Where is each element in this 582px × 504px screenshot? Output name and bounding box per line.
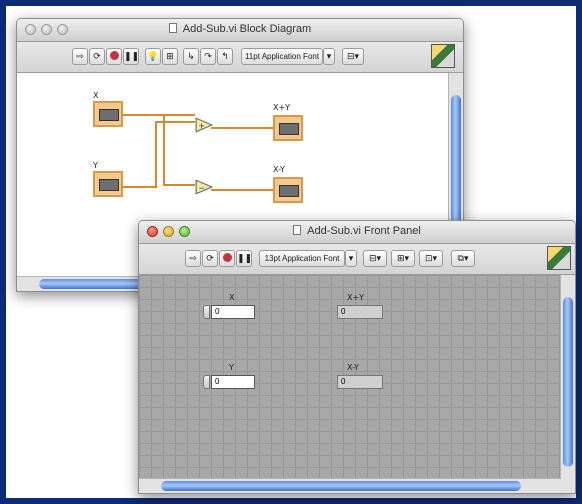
front-panel-canvas[interactable]: X 0 X+Y 0 Y 0 X-Y 0 <box>139 275 561 479</box>
x-terminal-label: X <box>93 91 99 100</box>
diff-indicator-label: X-Y <box>347 363 359 372</box>
highlight-execution-button[interactable]: 💡 <box>145 48 161 65</box>
sum-indicator-terminal[interactable] <box>273 115 303 141</box>
vi-icon[interactable] <box>547 246 571 270</box>
wire-y-to-subtract[interactable] <box>123 186 157 188</box>
diff-numeric-indicator: 0 <box>337 375 383 389</box>
resize-objects-button[interactable]: ⊡▾ <box>419 250 443 267</box>
resize-corner[interactable] <box>561 479 575 493</box>
font-dropdown-arrow[interactable]: ▾ <box>323 48 335 65</box>
wire-add-to-sum[interactable] <box>211 127 273 129</box>
sum-indicator-label: X+Y <box>347 293 365 302</box>
font-selector[interactable]: 13pt Application Font <box>259 250 345 267</box>
run-button[interactable]: ⇨ <box>72 48 88 65</box>
diff-indicator-terminal[interactable] <box>273 177 303 203</box>
y-terminal-label: Y <box>93 161 98 170</box>
window-title: Add-Sub.vi Block Diagram <box>182 23 312 35</box>
wire-x-branch-down[interactable] <box>163 114 165 186</box>
stop-icon <box>222 253 232 262</box>
sum-numeric-indicator: 0 <box>337 305 383 319</box>
wire-y-to-add[interactable] <box>155 121 195 123</box>
y-control-label: Y <box>229 363 234 372</box>
svg-text:+: + <box>198 121 205 130</box>
sum-terminal-label: X+Y <box>273 103 291 112</box>
vertical-scrollbar[interactable] <box>560 275 575 479</box>
vertical-scroll-thumb[interactable] <box>563 297 573 467</box>
document-icon <box>168 23 177 33</box>
font-dropdown-arrow[interactable]: ▾ <box>345 250 357 267</box>
distribute-objects-button[interactable]: ⊞▾ <box>391 250 415 267</box>
x-control-terminal[interactable] <box>93 101 123 127</box>
abort-button[interactable] <box>219 250 235 267</box>
run-continuously-button[interactable]: ⟳ <box>202 250 218 267</box>
front-panel-toolbar: ⇨ ⟳ ❚❚ 13pt Application Font ▾ ⊟▾ ⊞▾ ⊡▾ … <box>139 244 575 275</box>
y-control-terminal[interactable] <box>93 171 123 197</box>
horizontal-scrollbar[interactable] <box>139 478 561 493</box>
front-panel-titlebar[interactable]: Add-Sub.vi Front Panel <box>139 221 575 244</box>
block-diagram-titlebar[interactable]: Add-Sub.vi Block Diagram <box>17 19 463 42</box>
block-diagram-toolbar: ⇨ ⟳ ❚❚ 💡 ⊞ ↳ ↷ ↰ 11pt Application Font ▾… <box>17 42 463 73</box>
stop-icon <box>109 51 119 60</box>
screenshot-canvas: Add-Sub.vi Block Diagram ⇨ ⟳ ❚❚ 💡 ⊞ ↳ ↷ … <box>6 6 576 498</box>
vi-icon[interactable] <box>431 44 455 68</box>
wire-x-to-subtract[interactable] <box>163 184 195 186</box>
front-panel-title-wrap: Add-Sub.vi Front Panel <box>139 225 575 237</box>
pause-button[interactable]: ❚❚ <box>123 48 139 65</box>
block-diagram-title-wrap: Add-Sub.vi Block Diagram <box>17 23 463 35</box>
run-continuously-button[interactable]: ⟳ <box>89 48 105 65</box>
font-selector[interactable]: 11pt Application Font <box>241 48 323 65</box>
step-out-button[interactable]: ↰ <box>217 48 233 65</box>
add-function-icon[interactable]: + <box>195 117 213 133</box>
align-objects-button[interactable]: ⊟▾ <box>363 250 387 267</box>
front-panel-window: Add-Sub.vi Front Panel ⇨ ⟳ ❚❚ 13pt Appli… <box>138 220 576 494</box>
align-objects-button[interactable]: ⊟▾ <box>342 48 364 65</box>
window-title: Add-Sub.vi Front Panel <box>307 225 421 237</box>
abort-button[interactable] <box>106 48 122 65</box>
wire-subtract-to-diff[interactable] <box>211 189 273 191</box>
diff-terminal-label: X-Y <box>273 165 285 174</box>
y-numeric-control[interactable]: 0 <box>211 375 255 389</box>
svg-text:−: − <box>198 183 205 192</box>
wire-y-branch-up[interactable] <box>155 121 157 188</box>
run-button[interactable]: ⇨ <box>185 250 201 267</box>
x-numeric-control[interactable]: 0 <box>211 305 255 319</box>
y-increment-decrement[interactable] <box>203 375 210 389</box>
document-icon <box>293 225 302 235</box>
step-into-button[interactable]: ↳ <box>183 48 199 65</box>
x-increment-decrement[interactable] <box>203 305 210 319</box>
subtract-function-icon[interactable]: − <box>195 179 213 195</box>
x-control-label: X <box>229 293 235 302</box>
step-over-button[interactable]: ↷ <box>200 48 216 65</box>
pause-button[interactable]: ❚❚ <box>236 250 252 267</box>
retain-wire-values-button[interactable]: ⊞ <box>162 48 178 65</box>
horizontal-scroll-thumb[interactable] <box>161 481 521 491</box>
wire-x-to-add[interactable] <box>123 114 195 116</box>
reorder-button[interactable]: ⧉▾ <box>451 250 475 267</box>
